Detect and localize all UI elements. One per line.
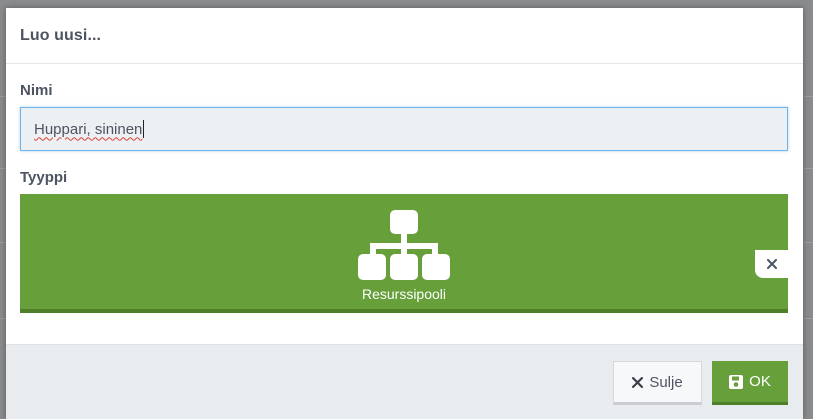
backdrop-line: [804, 242, 813, 243]
close-button[interactable]: Sulje: [613, 361, 702, 405]
type-tile-resource-pool[interactable]: Resurssipooli: [20, 194, 788, 313]
name-label: Nimi: [20, 82, 53, 99]
save-icon: [729, 374, 744, 389]
text-caret: [143, 120, 145, 138]
hierarchy-icon: [358, 210, 450, 280]
name-input-value: Huppari, sininen: [34, 120, 143, 138]
ok-button[interactable]: OK: [712, 361, 788, 405]
dialog-title: Luo uusi...: [20, 26, 102, 44]
close-button-label: Sulje: [649, 373, 683, 391]
dialog-footer: Sulje OK: [6, 344, 803, 419]
remove-type-button[interactable]: [755, 250, 788, 278]
name-input[interactable]: Huppari, sininen: [20, 107, 788, 151]
type-label: Tyyppi: [20, 169, 68, 186]
backdrop-line: [804, 96, 813, 97]
backdrop-line: [804, 318, 813, 319]
dialog-body: Nimi Huppari, sininen Tyyppi Resurssipoo…: [6, 64, 803, 344]
ok-button-label: OK: [749, 373, 771, 390]
close-icon: [766, 259, 777, 269]
create-dialog: Luo uusi... Nimi Huppari, sininen Tyyppi: [6, 8, 803, 419]
backdrop-line: [804, 168, 813, 169]
dialog-header: Luo uusi...: [6, 8, 803, 64]
type-tile-label: Resurssipooli: [361, 286, 447, 302]
close-icon: [632, 376, 644, 388]
